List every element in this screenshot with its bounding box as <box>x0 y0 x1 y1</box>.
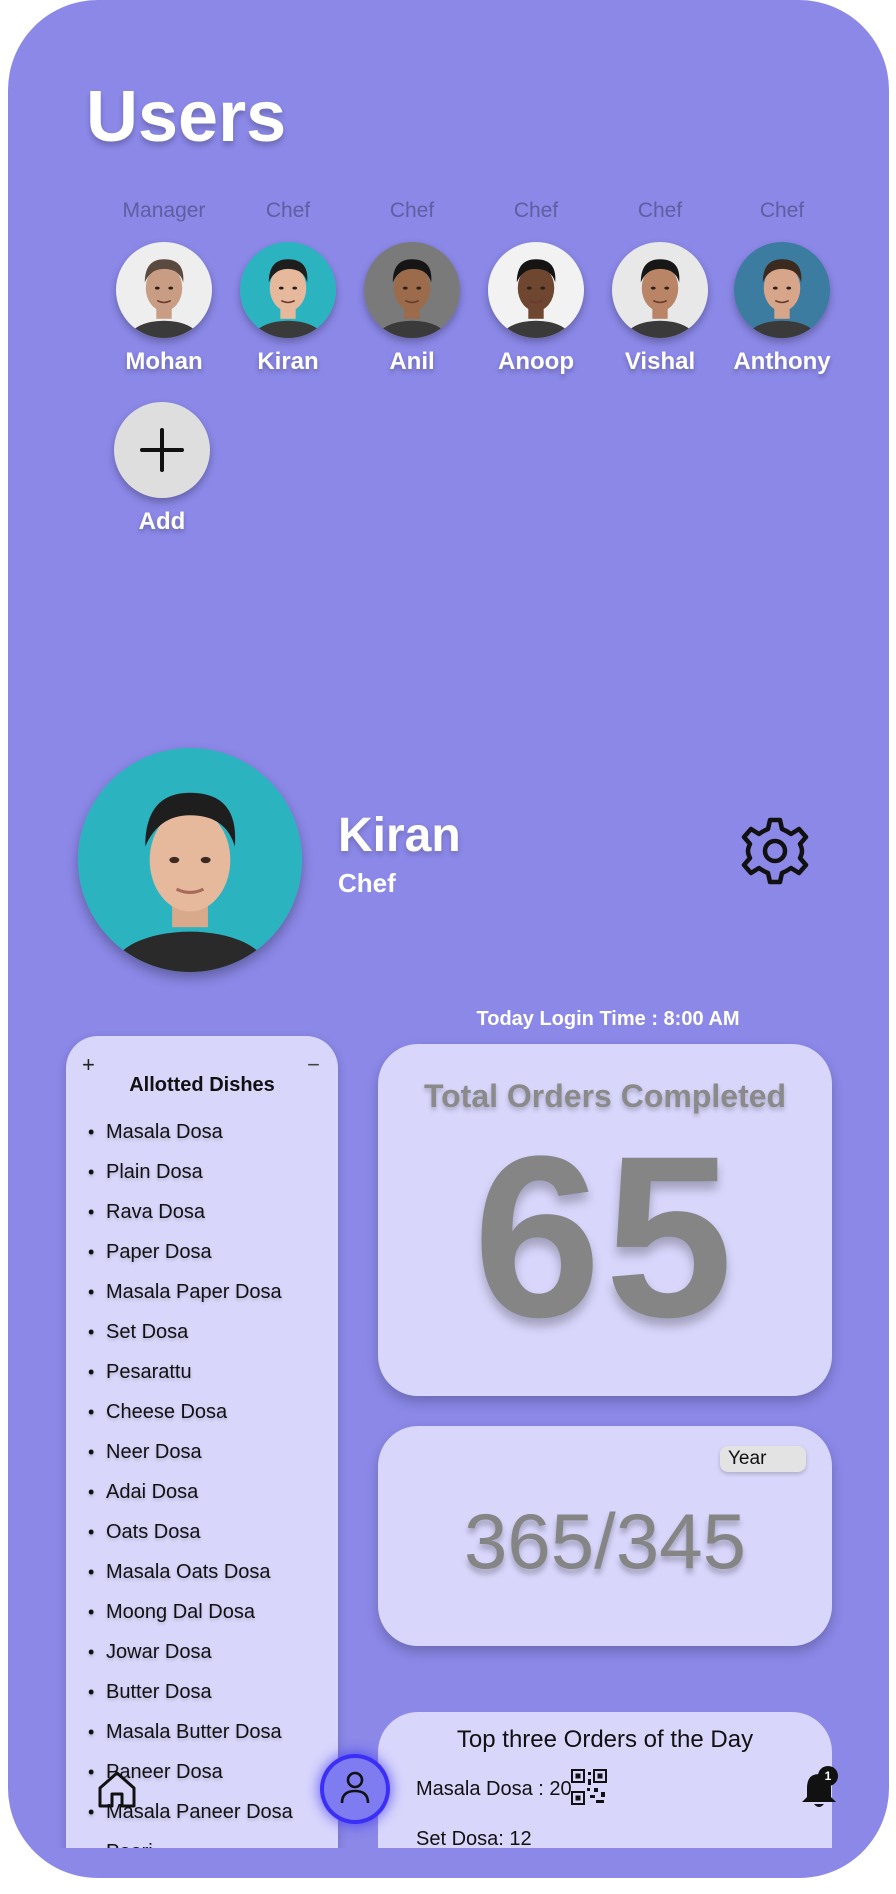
screen-bottom-edge <box>8 1848 889 1878</box>
user-role: Chef <box>637 199 683 222</box>
user-role: Chef <box>389 199 435 222</box>
dish-item: Masala Butter Dosa <box>88 1712 293 1752</box>
user-role: Chef <box>265 199 311 222</box>
page-title: Users <box>86 77 287 157</box>
yearly-ratio: 365/345 <box>464 1497 746 1585</box>
settings-gear-icon[interactable] <box>740 816 810 886</box>
add-user-label: Add <box>138 508 186 535</box>
user-avatar <box>734 242 830 338</box>
user-avatar <box>240 242 336 338</box>
user-name: Mohan <box>125 348 203 375</box>
user-avatar <box>116 242 212 338</box>
dish-item: Moong Dal Dosa <box>88 1592 293 1632</box>
dish-item: Paper Dosa <box>88 1232 293 1272</box>
user-avatar <box>612 242 708 338</box>
dishes-title: Allotted Dishes <box>129 1074 275 1096</box>
user-name: Anthony <box>733 348 831 375</box>
period-selector[interactable]: Year <box>720 1446 806 1472</box>
dish-item: Masala Oats Dosa <box>88 1552 293 1592</box>
dish-item: Adai Dosa <box>88 1472 293 1512</box>
user-icon[interactable] <box>324 1758 386 1820</box>
dish-item: Cheese Dosa <box>88 1392 293 1432</box>
add-user-button[interactable]: Add <box>100 402 224 536</box>
profile-avatar <box>78 748 302 972</box>
user-name: Anoop <box>498 348 574 375</box>
home-icon[interactable] <box>96 1768 138 1810</box>
top-orders-title: Top three Orders of the Day <box>456 1726 754 1753</box>
dish-item: Plain Dosa <box>88 1152 293 1192</box>
user-name: Vishal <box>624 348 696 375</box>
dish-item: Butter Dosa <box>88 1672 293 1712</box>
user-card-vishal[interactable]: Chef Vishal <box>598 198 722 376</box>
app-screen: Users Manager Mohan Chef Kiran Chef Anil Chef A… <box>8 0 889 1878</box>
yearly-stats-card: Year 365/345 <box>378 1426 832 1646</box>
allotted-dishes-card: + − Allotted Dishes Masala DosaPlain Dos… <box>66 1036 338 1878</box>
user-name: Kiran <box>257 348 319 375</box>
dish-item: Oats Dosa <box>88 1512 293 1552</box>
user-avatar <box>364 242 460 338</box>
top-order-item: Masala Dosa : 20 <box>416 1778 572 1800</box>
notification-badge: 1 <box>818 1766 838 1786</box>
user-avatar <box>488 242 584 338</box>
user-card-kiran[interactable]: Chef Kiran <box>226 198 350 376</box>
dishes-list: Masala DosaPlain DosaRava DosaPaper Dosa… <box>88 1112 293 1872</box>
user-name: Anil <box>389 348 435 375</box>
dish-item: Pesarattu <box>88 1352 293 1392</box>
user-card-mohan[interactable]: Manager Mohan <box>102 198 226 376</box>
user-card-anil[interactable]: Chef Anil <box>350 198 474 376</box>
profile-name: Kiran <box>338 809 461 862</box>
user-card-anoop[interactable]: Chef Anoop <box>474 198 598 376</box>
dish-item: Masala Paper Dosa <box>88 1272 293 1312</box>
user-role: Chef <box>513 199 559 222</box>
notification-bell-icon[interactable]: 1 <box>798 1766 840 1810</box>
dish-item: Masala Dosa <box>88 1112 293 1152</box>
dish-item: Neer Dosa <box>88 1432 293 1472</box>
dish-item: Rava Dosa <box>88 1192 293 1232</box>
total-orders-card: Total Orders Completed 65 <box>378 1044 832 1396</box>
orders-count: 65 <box>473 1108 737 1365</box>
dish-item: Set Dosa <box>88 1312 293 1352</box>
dish-item: Jowar Dosa <box>88 1632 293 1672</box>
user-card-anthony[interactable]: Chef Anthony <box>720 198 844 376</box>
plus-icon <box>114 402 210 498</box>
qr-code-icon[interactable] <box>570 1768 608 1806</box>
login-time: Today Login Time : 8:00 AM <box>476 1008 740 1030</box>
profile-role: Chef <box>338 868 396 898</box>
user-role: Chef <box>759 199 805 222</box>
user-role: Manager <box>122 199 206 222</box>
